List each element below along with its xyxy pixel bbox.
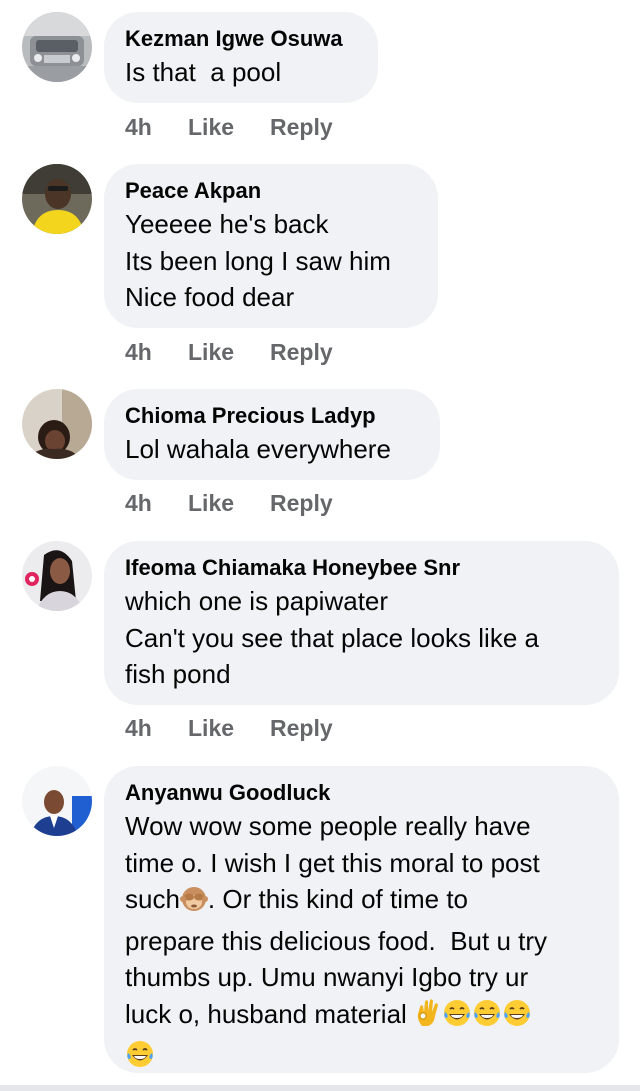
comment-text: such . Or this kind of time to bbox=[125, 881, 597, 923]
reply-button[interactable]: Reply bbox=[270, 114, 333, 141]
comment-text: Can't you see that place looks like a bbox=[125, 622, 539, 653]
comment-text-fragment: luck o, husband material bbox=[125, 998, 407, 1029]
comment-text bbox=[125, 1037, 597, 1079]
divider bbox=[0, 1085, 640, 1091]
avatar[interactable] bbox=[22, 164, 92, 234]
comment-text-fragment: . Or this kind of time to bbox=[207, 884, 469, 914]
comment-author[interactable]: Kezman Igwe Osuwa bbox=[125, 24, 356, 54]
avatar[interactable] bbox=[22, 541, 92, 611]
comment-text: fish pond bbox=[125, 659, 231, 689]
avatar[interactable] bbox=[22, 12, 92, 82]
comment-actions: 4h Like Reply bbox=[125, 114, 333, 141]
like-button[interactable]: Like bbox=[188, 715, 270, 742]
comment-bubble: Kezman Igwe Osuwa Is that a pool bbox=[104, 12, 378, 103]
comment-text: thumbs up. Umu nwanyi Igbo try ur bbox=[125, 962, 529, 992]
reply-button[interactable]: Reply bbox=[270, 490, 333, 517]
see-no-evil-monkey-icon bbox=[179, 885, 208, 923]
comment-text: prepare this delicious food. But u try bbox=[125, 925, 548, 956]
comment-bubble: Chioma Precious Ladyp Lol wahala everywh… bbox=[104, 389, 440, 480]
comment-timestamp[interactable]: 4h bbox=[125, 339, 188, 366]
comment-bubble: Ifeoma Chiamaka Honeybee Snr which one i… bbox=[104, 541, 619, 705]
person-photo-icon bbox=[22, 766, 92, 836]
person-photo-icon bbox=[22, 541, 92, 611]
person-photo-icon bbox=[22, 164, 92, 234]
comment-text: Nice food dear bbox=[125, 282, 295, 312]
comment-text: Lol wahala everywhere bbox=[125, 434, 391, 464]
comment-author[interactable]: Peace Akpan bbox=[125, 176, 416, 206]
comment-author[interactable]: Ifeoma Chiamaka Honeybee Snr bbox=[125, 553, 597, 583]
comment-timestamp[interactable]: 4h bbox=[125, 114, 188, 141]
comment-bubble: Peace Akpan Yeeeee he's back Its been lo… bbox=[104, 164, 438, 328]
tears-of-joy-icon bbox=[442, 998, 472, 1038]
comment-bubble: Anyanwu Goodluck Wow wow some people rea… bbox=[104, 766, 619, 1073]
like-button[interactable]: Like bbox=[188, 114, 270, 141]
reply-button[interactable]: Reply bbox=[270, 339, 333, 366]
tears-of-joy-icon bbox=[502, 998, 532, 1038]
comment-text: Is that a pool bbox=[125, 57, 282, 87]
comment-text: which one is papiwater bbox=[125, 586, 389, 616]
comment-timestamp[interactable]: 4h bbox=[125, 715, 188, 742]
comment-text-fragment: such bbox=[125, 884, 180, 914]
avatar[interactable] bbox=[22, 766, 92, 836]
car-photo-icon bbox=[22, 12, 92, 82]
comment-text: Its been long I saw him bbox=[125, 245, 391, 276]
reply-button[interactable]: Reply bbox=[270, 715, 333, 742]
tears-of-joy-icon bbox=[472, 998, 502, 1038]
like-button[interactable]: Like bbox=[188, 490, 270, 517]
comment-timestamp[interactable]: 4h bbox=[125, 490, 188, 517]
comment-actions: 4h Like Reply bbox=[125, 715, 333, 742]
comment-author[interactable]: Chioma Precious Ladyp bbox=[125, 401, 418, 431]
like-button[interactable]: Like bbox=[188, 339, 270, 366]
comment-text: Wow wow some people really have bbox=[125, 811, 531, 841]
person-photo-icon bbox=[22, 389, 92, 459]
comment-text: luck o, husband material bbox=[125, 996, 597, 1038]
comment-actions: 4h Like Reply bbox=[125, 490, 333, 517]
avatar[interactable] bbox=[22, 389, 92, 459]
comment-text: time o. I wish I get this moral to post bbox=[125, 847, 540, 878]
comment-text: Yeeeee he's back bbox=[125, 209, 329, 239]
comment-actions: 4h Like Reply bbox=[125, 339, 333, 366]
ok-hand-icon bbox=[414, 998, 442, 1038]
comment-author[interactable]: Anyanwu Goodluck bbox=[125, 778, 597, 808]
tears-of-joy-icon bbox=[125, 1039, 155, 1079]
